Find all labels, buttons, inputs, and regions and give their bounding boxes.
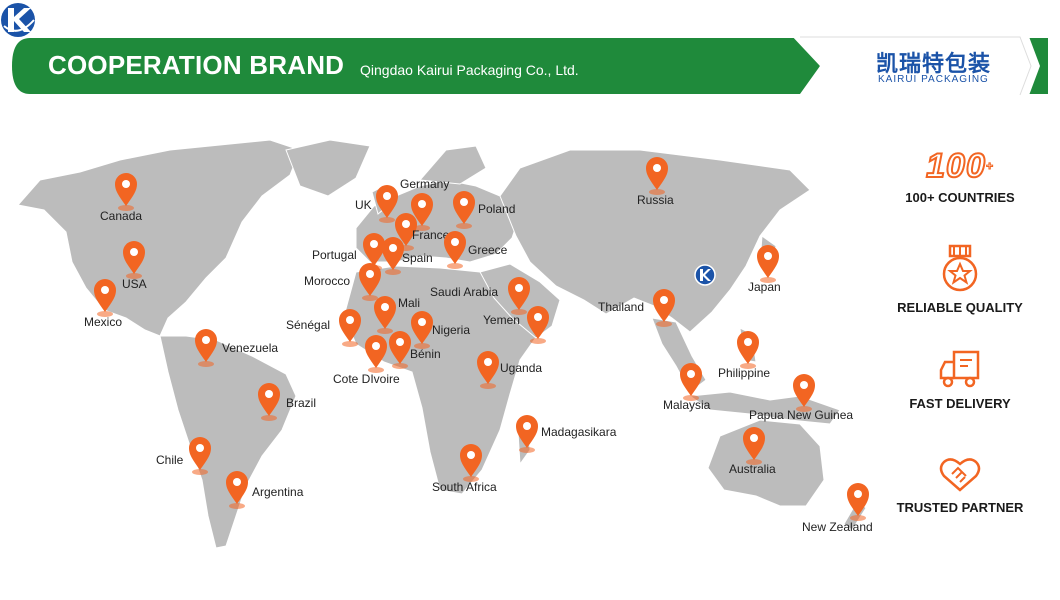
header-banner: COOPERATION BRAND Qingdao Kairui Packagi… [0,0,1060,100]
handshake-icon [939,458,981,492]
location-pin-icon [443,230,467,270]
location-pin-icon [645,156,669,196]
location-pin-icon [742,426,766,466]
kairui-logo-icon [1,3,35,37]
location-pin-icon [410,310,434,350]
location-pin-icon [736,330,760,370]
country-label-madagasikara: Madagasikara [541,425,617,439]
location-pin-icon [476,350,500,390]
location-pin-icon [257,382,281,422]
location-pin-icon [792,373,816,413]
feature-label: 100+ COUNTRIES [905,190,1015,205]
location-pin-icon [188,436,212,476]
location-pin-icon [364,334,388,374]
location-pin-icon [373,295,397,335]
feature-quality: RELIABLE QUALITY [890,244,1030,315]
country-label-japan: Japan [748,280,781,294]
location-pin-icon [756,244,780,284]
country-label-nigeria: Nigeria [432,323,471,337]
location-pin-icon [846,482,870,522]
country-label-greece: Greece [468,243,508,257]
country-label-benin: Bénin [410,347,441,361]
hundred-plus: + [985,159,994,174]
country-label-south-africa: South Africa [432,480,497,494]
north-america-land [17,139,301,337]
hundred-badge-icon: 100+ [890,147,1030,185]
country-label-canada: Canada [100,209,143,223]
country-label-philippine: Philippine [718,366,771,380]
country-label-spain: Spain [402,251,433,265]
location-pin-icon [459,443,483,483]
country-label-papua-new-guinea: Papua New Guinea [749,408,854,422]
country-label-saudi-arabia: Saudi Arabia [430,285,499,299]
country-label-malaysia: Malaysia [663,398,711,412]
feature-countries: 100+ 100+ COUNTRIES [890,147,1030,205]
location-pin-icon [526,305,550,345]
country-label-poland: Poland [478,202,516,216]
page-title: COOPERATION BRAND [48,50,345,80]
country-label-uk: UK [355,198,372,212]
country-label-russia: Russia [637,193,674,207]
location-pin-icon [338,308,362,348]
feature-delivery: FAST DELIVERY [890,350,1030,411]
feature-partner: TRUSTED PARTNER [890,456,1030,515]
south-america-land [159,335,297,549]
country-label-usa: USA [122,277,147,291]
feature-label: TRUSTED PARTNER [896,500,1024,515]
feature-label: FAST DELIVERY [909,396,1011,411]
country-label-mexico: Mexico [84,315,123,329]
logo-english-text: KAIRUI PACKAGING [878,74,989,85]
location-pin-icon [93,278,117,318]
location-pin-icon [515,414,539,454]
country-label-argentina: Argentina [252,485,304,499]
truck-icon [939,350,980,388]
country-label-uganda: Uganda [500,361,543,375]
location-pin-icon [652,288,676,328]
location-pin-icon [225,470,249,510]
location-pin-icon [122,240,146,280]
country-label-chile: Chile [156,453,184,467]
headquarters-icon [694,264,716,286]
country-label-yemen: Yemen [483,313,520,327]
location-pin-icon [388,330,412,370]
location-pin-icon [452,190,476,230]
location-pin-icon [194,328,218,368]
greenland-land [285,139,371,197]
country-label-portugal: Portugal [312,248,357,262]
country-label-venezuela: Venezuela [222,341,279,355]
hundred-number: 100 [925,147,986,185]
location-pin-icon [679,362,703,402]
location-pin-icon [114,172,138,212]
country-label-australia: Australia [729,462,776,476]
medal-icon [942,244,978,292]
company-name: Qingdao Kairui Packaging Co., Ltd. [360,62,579,78]
country-label-thailand: Thailand [598,300,645,314]
country-label-cote-divoire: Cote DIvoire [333,372,400,386]
country-label-germany: Germany [400,177,450,191]
country-label-morocco: Morocco [304,274,351,288]
country-label-new-zealand: New Zealand [802,520,873,534]
country-label-mali: Mali [398,296,421,310]
country-label-brazil: Brazil [286,396,317,410]
feature-label: RELIABLE QUALITY [897,300,1023,315]
country-label-senegal: Sénégal [286,318,331,332]
